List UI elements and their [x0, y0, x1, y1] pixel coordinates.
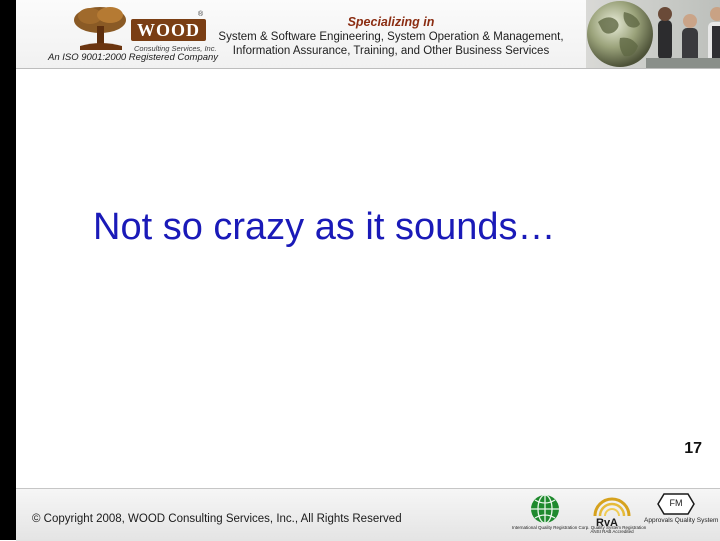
logo-wordmark: WOOD — [131, 19, 207, 41]
fm-approvals-certification: FM Approvals Quality System Registration — [644, 492, 720, 524]
footer-banner: © Copyright 2008, WOOD Consulting Servic… — [16, 488, 720, 541]
fm-mark: FM — [669, 498, 683, 508]
tagline-line-2: Information Assurance, Training, and Oth… — [232, 45, 550, 57]
left-edge-bar — [0, 0, 16, 540]
ansi-rab-icon: RvA — [593, 497, 631, 529]
iqrc-label: International Quality Registration Corp.… — [512, 525, 647, 530]
tree-logo-icon — [74, 7, 126, 50]
globe-icon — [587, 1, 720, 68]
registered-mark: ® — [198, 11, 204, 18]
tagline-line-1: System & Software Engineering, System Op… — [218, 31, 564, 43]
ansi-rab-label: ANSI RAB Accredited — [590, 529, 634, 534]
ansi-rab-certification: RvA ANSI RAB Accredited — [584, 494, 640, 534]
header-banner: WOOD ® Consulting Services, Inc. An ISO … — [16, 0, 720, 69]
iqrc-certification: International Quality Registration Corp.… — [512, 494, 647, 530]
iso-registration-text: An ISO 9001:2000 Registered Company — [48, 52, 219, 63]
copyright-text: © Copyright 2008, WOOD Consulting Servic… — [32, 513, 402, 525]
slide-title: Not so crazy as it sounds… — [93, 206, 556, 248]
tagline-heading: Specializing in — [347, 15, 435, 29]
header-photo — [586, 0, 720, 68]
tagline: Specializing in System & Software Engine… — [206, 14, 576, 58]
page-number: 17 — [684, 440, 702, 457]
iqrc-globe-icon — [531, 494, 559, 524]
fm-approvals-label: Approvals Quality System Registration — [644, 517, 720, 524]
svg-text:RvA: RvA — [596, 517, 618, 528]
